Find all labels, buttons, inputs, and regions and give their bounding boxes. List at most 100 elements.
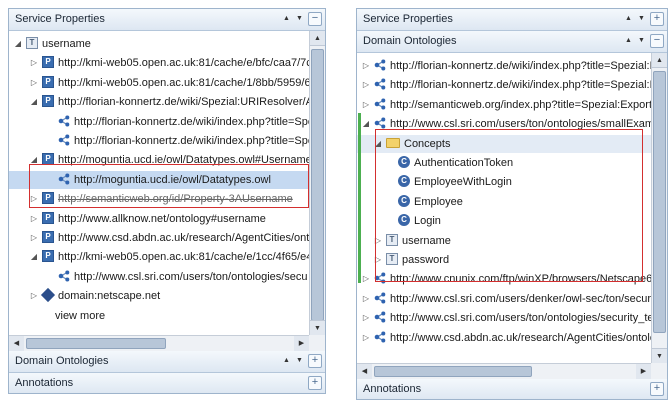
right-tree-item[interactable]: ▷ http://florian-konnertz.de/wiki/index.p… [357,57,651,75]
expand-panel-button[interactable]: + [308,354,322,368]
left-service-properties-header[interactable]: Service Properties ▲ ▼ − [9,9,325,31]
right-tree-item[interactable]: ▷ Tusername [357,232,651,250]
scroll-right-button[interactable]: ▶ [636,364,651,379]
right-tree-item[interactable]: ◢ Concepts [357,134,651,153]
left-tree-item[interactable]: http://florian-konnertz.de/wiki/index.ph… [9,132,309,150]
move-down-icon[interactable]: ▼ [637,34,646,48]
expand-toggle-icon[interactable]: ◢ [361,115,371,133]
right-tree-item[interactable]: ◢ http://www.csl.sri.com/users/ton/ontolo… [357,115,651,133]
tree-item-label: http://moguntia.ucd.ie/owl/Datatypes.owl [74,173,271,186]
left-tree-item[interactable]: ◢ Tusername [9,35,309,53]
collapse-toggle-icon[interactable]: ▷ [361,76,371,94]
left-tree-item[interactable]: ◢ Phttp://moguntia.ucd.ie/owl/Datatypes.o… [9,151,309,169]
left-tree-item[interactable]: http://www.csl.sri.com/users/ton/ontolog… [9,268,309,286]
tree-item-label: http://florian-konnertz.de/wiki/index.ph… [390,79,651,92]
collapse-toggle-icon[interactable]: ▷ [29,54,39,72]
collapse-toggle-icon[interactable]: ▷ [29,74,39,92]
scroll-thumb-horizontal[interactable] [374,366,532,377]
move-down-icon[interactable]: ▼ [295,12,304,26]
property-icon: P [42,250,54,263]
property-icon: P [42,211,54,224]
expand-toggle-icon[interactable]: ◢ [13,35,23,53]
right-tree-item[interactable]: ▷ http://semanticweb.org/index.php?title=… [357,96,651,114]
collapse-toggle-icon[interactable]: ▷ [29,210,39,228]
move-up-icon[interactable]: ▲ [624,12,633,26]
left-tree-item[interactable]: view more [9,307,309,325]
collapse-toggle-icon[interactable]: ▷ [361,96,371,114]
right-tree-item[interactable]: ▷ http://www.csd.abdn.ac.uk/research/Agen… [357,329,651,347]
expand-toggle-icon[interactable]: ◢ [29,248,39,266]
right-panel: Service Properties ▲ ▼ + Domain Ontologi… [356,8,668,400]
right-vertical-scrollbar[interactable]: ▲ ▼ [651,53,667,363]
left-tree-item[interactable]: ▷ domain:netscape.net [9,287,309,305]
scroll-thumb-horizontal[interactable] [26,338,166,349]
right-tree-item[interactable]: C AuthenticationToken [357,154,651,172]
right-domain-ontologies-header[interactable]: Domain Ontologies ▲ ▼ − [357,31,667,53]
scroll-thumb[interactable] [311,49,324,321]
collapse-toggle-icon[interactable]: ▷ [361,57,371,75]
tree-item-label: http://www.allknow.net/ontology#username [58,212,266,225]
right-tree-item[interactable]: ▷ Tpassword [357,251,651,269]
left-tree-item[interactable]: ◢ Phttp://florian-konnertz.de/wiki/Spezia… [9,93,309,111]
right-tree-item[interactable]: ▷ http://florian-konnertz.de/wiki/index.p… [357,76,651,94]
left-tree-item[interactable]: ▷ Phttp://kmi-web05.open.ac.uk:81/cache/e… [9,54,309,72]
move-up-icon[interactable]: ▲ [282,12,291,26]
move-up-icon[interactable]: ▲ [624,34,633,48]
scroll-down-button[interactable]: ▼ [310,320,325,335]
right-tree-item[interactable]: ▷ http://www.csl.sri.com/users/ton/ontolo… [357,309,651,327]
left-vertical-scrollbar[interactable]: ▲ ▼ [309,31,325,335]
collapse-toggle-icon[interactable]: ▷ [29,229,39,247]
left-tree-item[interactable]: ▷ Phttp://www.csd.abdn.ac.uk/research/Age… [9,229,309,247]
collapse-toggle-icon[interactable]: ▷ [361,329,371,347]
left-tree-item[interactable]: http://florian-konnertz.de/wiki/index.ph… [9,113,309,131]
right-service-properties-header[interactable]: Service Properties ▲ ▼ + [357,9,667,31]
right-tree-item[interactable]: ▷ http://www.csl.sri.com/users/denker/owl… [357,290,651,308]
scroll-left-button[interactable]: ◀ [357,364,372,379]
tree-item-label: http://www.csd.abdn.ac.uk/research/Agent… [390,331,651,344]
collapse-panel-button[interactable]: − [308,12,322,26]
scroll-thumb[interactable] [653,71,666,333]
collapse-toggle-icon[interactable]: ▷ [29,287,39,305]
move-up-icon[interactable]: ▲ [282,354,291,368]
right-tree-item[interactable]: ▷ http://www.cnunix.com/ftp/winXP/browser… [357,270,651,288]
property-icon: P [42,75,54,88]
left-domain-ontologies-header[interactable]: Domain Ontologies ▲ ▼ + [9,351,325,373]
collapse-toggle-icon[interactable]: ▷ [373,251,383,269]
collapse-toggle-icon[interactable]: ▷ [361,309,371,327]
tree-item-label: password [402,254,450,267]
left-tree-item[interactable]: ▷ Phttp://www.allknow.net/ontology#userna… [9,210,309,228]
expand-toggle-icon[interactable]: ◢ [373,135,383,153]
move-down-icon[interactable]: ▼ [637,12,646,26]
left-horizontal-scrollbar[interactable]: ◀ ▶ [9,335,309,351]
right-tree-item[interactable]: C Login [357,212,651,230]
scroll-up-button[interactable]: ▲ [652,53,667,68]
expand-toggle-icon[interactable]: ◢ [29,93,39,111]
right-annotations-header[interactable]: Annotations + [357,379,667,399]
collapse-panel-button[interactable]: − [650,34,664,48]
left-tree-item[interactable]: ◢ Phttp://kmi-web05.open.ac.uk:81/cache/e… [9,248,309,266]
expand-panel-button[interactable]: + [650,12,664,26]
left-annotations-header[interactable]: Annotations + [9,373,325,393]
tree-item-label: http://florian-konnertz.de/wiki/index.ph… [390,60,651,73]
expand-toggle-icon[interactable]: ◢ [29,151,39,169]
right-tree-item[interactable]: C EmployeeWithLogin [357,173,651,191]
scroll-right-button[interactable]: ▶ [294,336,309,351]
right-horizontal-scrollbar[interactable]: ◀ ▶ [357,363,651,379]
scroll-up-button[interactable]: ▲ [310,31,325,46]
expand-panel-button[interactable]: + [650,382,664,396]
right-tree-item[interactable]: C Employee [357,193,651,211]
left-tree-item[interactable]: ▷ Phttp://semanticweb.org/id/Property-3AU… [9,190,309,208]
left-tree-item[interactable]: http://moguntia.ucd.ie/owl/Datatypes.owl [9,170,309,189]
collapse-toggle-icon[interactable]: ▷ [361,290,371,308]
left-tree-item[interactable]: ▷ Phttp://kmi-web05.open.ac.uk:81/cache/1… [9,74,309,92]
collapse-toggle-icon[interactable]: ▷ [373,232,383,250]
tree-item-label: Login [414,215,441,228]
move-down-icon[interactable]: ▼ [295,354,304,368]
collapse-toggle-icon[interactable]: ▷ [361,270,371,288]
expand-panel-button[interactable]: + [308,376,322,390]
scroll-down-button[interactable]: ▼ [652,348,667,363]
left-tree-view: ◢ Tusername ▷ Phttp://kmi-web05.open.ac.uk:… [9,31,325,351]
scroll-left-button[interactable]: ◀ [9,336,24,351]
scrollbar-corner [651,363,667,379]
collapse-toggle-icon[interactable]: ▷ [29,190,39,208]
